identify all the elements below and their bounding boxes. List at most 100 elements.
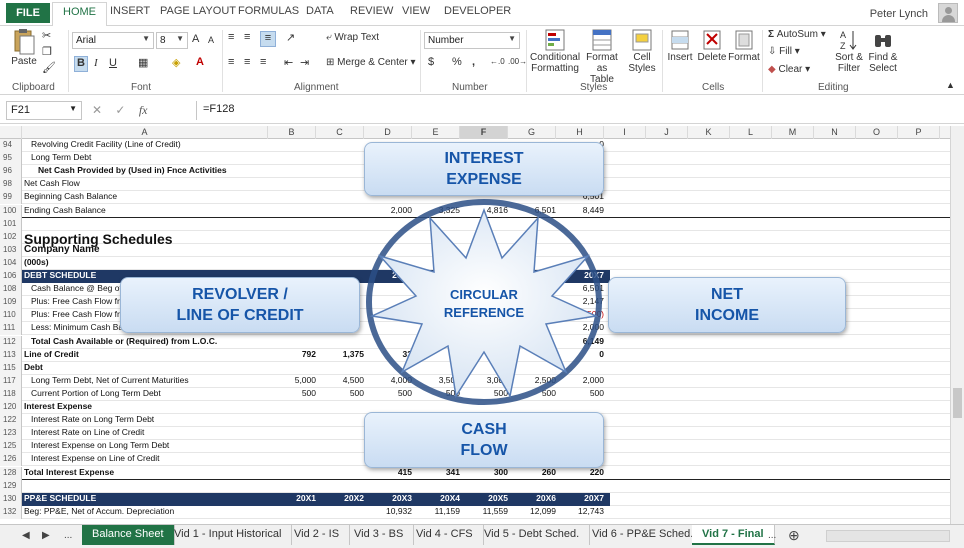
borders-icon[interactable]: ▦ [138,56,148,69]
find-select-button[interactable]: Find & Select [866,28,900,74]
fill-color-icon[interactable]: ◈ [172,56,180,69]
conditional-formatting-button[interactable]: Conditional Formatting [530,28,580,74]
cell-value[interactable]: 20X1 [270,493,316,504]
cell-value[interactable]: 20X3 [366,493,412,504]
row-number[interactable]: 123 [0,427,22,441]
row-number[interactable]: 132 [0,505,22,519]
more-sheets-right[interactable]: ... [768,530,776,541]
row-number[interactable]: 125 [0,440,22,454]
sheet-tab-balance-sheet[interactable]: Balance Sheet [82,525,175,545]
sheet-tab-vid-1[interactable]: Vid 1 - Input Historical [164,525,293,545]
decrease-indent-icon[interactable]: ⇤ [284,56,293,69]
row-number[interactable]: 122 [0,414,22,428]
sheet-tab-vid-3[interactable]: Vid 3 - BS [344,525,415,545]
scroll-thumb[interactable] [953,388,962,418]
table-row[interactable]: 130 PP&E SCHEDULE 20X1 20X2 20X3 20X4 20X5 20X6… [0,492,950,506]
align-top-icon[interactable]: ≡ [228,31,234,43]
horizontal-scrollbar[interactable] [826,530,950,542]
table-row[interactable]: 132 Beg: PP&E, Net of Accum. Depreciation… [0,505,950,519]
row-number[interactable]: 100 [0,204,22,218]
prev-sheet-icon[interactable]: ◀ [22,530,30,541]
sheet-tab-vid-2[interactable]: Vid 2 - IS [284,525,351,545]
column-header[interactable]: H [556,126,604,139]
cell-value[interactable]: 12,099 [510,506,556,517]
row-number[interactable]: 101 [0,217,22,231]
column-header[interactable]: A [22,126,268,139]
cell-value[interactable]: 1,375 [318,349,364,360]
column-header[interactable]: I [604,126,646,139]
cell-value[interactable]: 220 [558,467,604,478]
decrease-decimal-icon[interactable]: .00→ [508,57,527,66]
row-number[interactable]: 126 [0,453,22,467]
row-number[interactable]: 115 [0,361,22,375]
comma-button[interactable]: , [472,56,475,68]
italic-button[interactable]: I [94,57,98,69]
column-header[interactable]: O [856,126,898,139]
row-number[interactable]: 130 [0,492,22,506]
paste-button[interactable]: Paste [8,28,40,67]
cell-value[interactable]: 20X5 [462,493,508,504]
fill-button[interactable]: ⇩ Fill ▾ [768,46,800,57]
column-header[interactable]: E [412,126,460,139]
column-header[interactable]: M [772,126,814,139]
row-number[interactable]: 108 [0,283,22,297]
tab-review[interactable]: REVIEW [350,5,393,17]
row-number[interactable]: 112 [0,335,22,349]
align-right-icon[interactable]: ≡ [260,56,266,68]
cell-value[interactable]: 500 [318,388,364,399]
column-header[interactable]: G [508,126,556,139]
cell-value[interactable]: 5,000 [270,375,316,386]
row-number[interactable]: 104 [0,256,22,270]
font-name-combo[interactable]: Arial ▼ [72,32,154,49]
row-number[interactable]: 113 [0,348,22,362]
align-bottom-icon[interactable]: ≡ [260,31,276,47]
cell-value[interactable]: 4,500 [318,375,364,386]
row-number[interactable]: 128 [0,466,22,480]
column-header[interactable]: C [316,126,364,139]
name-box[interactable]: F21 ▼ [6,101,82,120]
increase-indent-icon[interactable]: ⇥ [300,56,309,69]
insert-cells-button[interactable]: Insert [664,28,696,63]
copy-icon[interactable]: ❐ [42,45,52,58]
row-number[interactable]: 109 [0,296,22,310]
cell-value[interactable]: 10,932 [366,506,412,517]
cell-value[interactable]: 500 [270,388,316,399]
shrink-font-button[interactable]: A [208,35,214,45]
row-number[interactable]: 110 [0,309,22,323]
cell-value[interactable]: 300 [462,467,508,478]
column-header[interactable]: F [460,126,508,139]
next-sheet-icon[interactable]: ▶ [42,530,50,541]
cell-value[interactable]: 20X4 [414,493,460,504]
table-row[interactable]: 129 [0,479,950,493]
cut-icon[interactable]: ✂ [42,29,51,42]
tab-formulas[interactable]: FORMULAS [238,5,299,17]
select-all-corner[interactable] [0,126,22,139]
row-number[interactable]: 99 [0,191,22,205]
vertical-scrollbar[interactable] [950,126,964,524]
row-number[interactable]: 117 [0,374,22,388]
font-size-combo[interactable]: 8 ▼ [156,32,188,49]
row-number[interactable]: 94 [0,139,22,153]
cell-value[interactable]: 792 [270,349,316,360]
cell-value[interactable]: 415 [366,467,412,478]
insert-function-button[interactable]: fx [139,103,148,117]
formula-input[interactable]: =F128 [196,101,960,120]
more-sheets-left[interactable]: ... [64,530,72,541]
cell-value[interactable]: 11,559 [462,506,508,517]
row-number[interactable]: 98 [0,178,22,192]
delete-cells-button[interactable]: Delete [696,28,728,63]
tab-data[interactable]: DATA [306,5,334,17]
underline-button[interactable]: U [109,57,117,69]
align-middle-icon[interactable]: ≡ [244,31,250,43]
column-header[interactable]: D [364,126,412,139]
row-number[interactable]: 118 [0,387,22,401]
tab-view[interactable]: VIEW [402,5,430,17]
merge-center-button[interactable]: ⊞ Merge & Center ▾ [326,57,416,68]
cell-value[interactable]: 11,159 [414,506,460,517]
add-sheet-icon[interactable]: ⊕ [788,527,800,544]
row-number[interactable]: 102 [0,230,22,244]
cell-styles-button[interactable]: Cell Styles [624,28,660,74]
column-header[interactable]: N [814,126,856,139]
number-format-combo[interactable]: Number ▼ [424,32,520,49]
table-row[interactable]: 128 Total Interest Expense 415 341 300 260 220 [0,466,950,480]
